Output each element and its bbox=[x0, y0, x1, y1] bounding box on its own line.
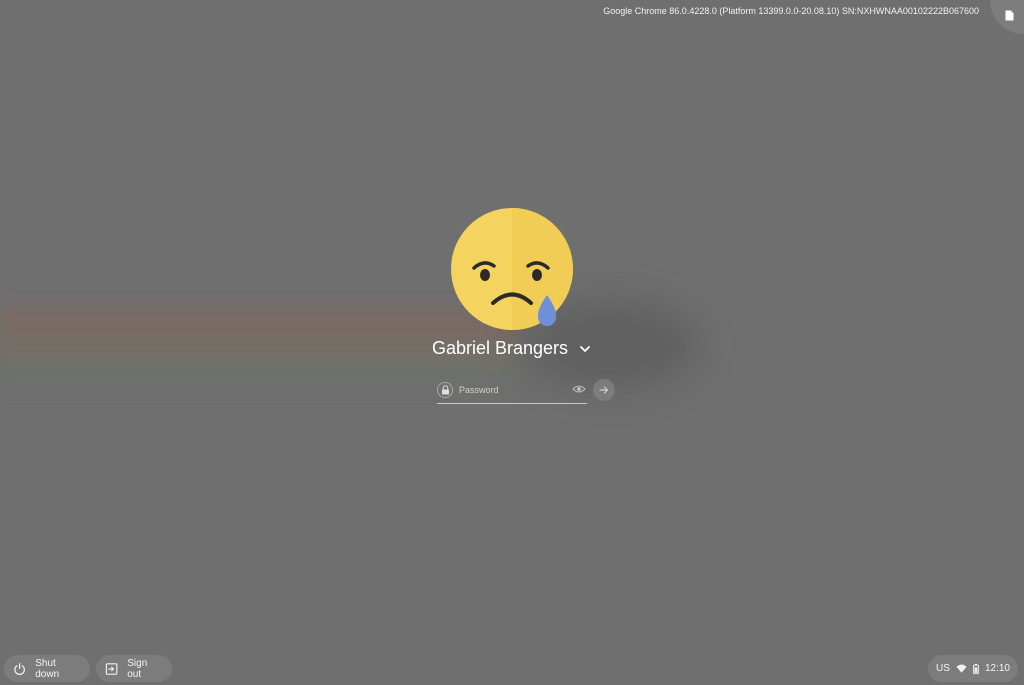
power-icon bbox=[14, 662, 25, 675]
submit-button[interactable] bbox=[593, 379, 615, 401]
arrow-right-icon bbox=[599, 386, 609, 394]
document-icon bbox=[1005, 10, 1014, 21]
shut-down-button[interactable]: Shut down bbox=[4, 655, 90, 682]
version-info: Google Chrome 86.0.4228.0 (Platform 1339… bbox=[603, 6, 979, 16]
user-name[interactable]: Gabriel Brangers bbox=[432, 338, 568, 359]
lock-icon bbox=[437, 382, 453, 398]
battery-icon bbox=[973, 663, 979, 674]
user-avatar[interactable] bbox=[451, 208, 573, 330]
wifi-icon bbox=[956, 664, 967, 673]
password-field[interactable] bbox=[437, 378, 587, 404]
sign-out-label: Sign out bbox=[127, 657, 148, 680]
clock-time: 12:10 bbox=[984, 663, 1010, 674]
input-method-indicator: US bbox=[936, 663, 950, 674]
user-row: Gabriel Brangers bbox=[0, 338, 1024, 359]
sign-out-button[interactable]: Sign out bbox=[96, 655, 172, 682]
eye-icon[interactable] bbox=[572, 384, 586, 394]
status-tray[interactable]: US 12:10 bbox=[928, 655, 1018, 682]
sign-out-icon bbox=[105, 662, 118, 675]
corner-tab[interactable] bbox=[990, 0, 1024, 34]
password-input[interactable] bbox=[459, 381, 569, 399]
crying-face-icon bbox=[451, 208, 573, 330]
shut-down-label: Shut down bbox=[35, 657, 60, 680]
password-row bbox=[437, 378, 617, 406]
chevron-down-icon[interactable] bbox=[578, 342, 592, 356]
user-selector[interactable]: Gabriel Brangers bbox=[432, 338, 592, 359]
